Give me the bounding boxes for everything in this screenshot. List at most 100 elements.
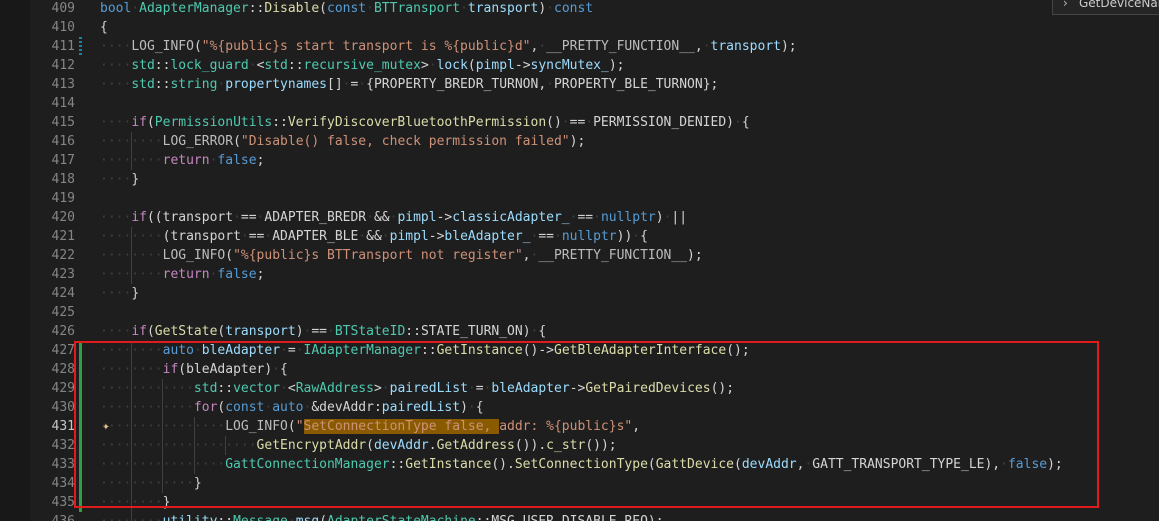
code-line[interactable]: 420 ····if((transport·==·ADAPTER_BREDR·&&… <box>30 208 1159 227</box>
code-line[interactable]: 418 ····} <box>30 170 1159 189</box>
code-text[interactable]: ····················GetEncryptAddr(devAd… <box>100 436 617 455</box>
find-widget-text[interactable]: GetDeviceNam <box>1079 0 1159 10</box>
line-number[interactable]: 417 <box>30 151 75 170</box>
diff-modified-marker[interactable] <box>79 37 82 56</box>
code-line[interactable]: 425 <box>30 303 1159 322</box>
code-line[interactable]: 421 ········(transport·==·ADAPTER_BLE·&&·… <box>30 227 1159 246</box>
code-text[interactable]: ········(transport·==·ADAPTER_BLE·&&·pim… <box>100 227 648 246</box>
code-line[interactable]: 416 ········LOG_ERROR("Disable() false, c… <box>30 132 1159 151</box>
whitespace-dots: ········ <box>100 514 163 521</box>
line-number[interactable]: 419 <box>30 189 75 208</box>
code-line[interactable]: 435 ········} <box>30 493 1159 512</box>
line-number[interactable]: 429 <box>30 379 75 398</box>
line-number[interactable]: 421 <box>30 227 75 246</box>
line-number[interactable]: 430 <box>30 398 75 417</box>
code-line[interactable]: 414 <box>30 94 1159 113</box>
code-line[interactable]: 417 ········return·false; <box>30 151 1159 170</box>
code-text[interactable]: ····} <box>100 284 139 303</box>
code-text[interactable]: ········if(bleAdapter)·{ <box>100 360 288 379</box>
code-text[interactable]: { <box>100 18 108 37</box>
code-text[interactable]: ················GattConnectionManager::G… <box>100 455 1063 474</box>
line-number[interactable]: 431 <box>30 417 75 436</box>
code-editor[interactable]: 409 bool·AdapterManager::Disable(const·BT… <box>0 0 1159 521</box>
code-text[interactable]: ····LOG_INFO("%{public}s start transport… <box>100 37 797 56</box>
line-number[interactable]: 418 <box>30 170 75 189</box>
code-line[interactable]: 431 ✦ ················LOG_INFO("SetConnect… <box>30 417 1159 436</box>
code-token: GetEncryptAddr <box>256 438 367 453</box>
line-number[interactable]: 423 <box>30 265 75 284</box>
line-number[interactable]: 416 <box>30 132 75 151</box>
line-number[interactable]: 411 <box>30 37 75 56</box>
line-number[interactable]: 420 <box>30 208 75 227</box>
whitespace-dot: · <box>248 58 257 73</box>
code-text[interactable]: ····std::lock_guard·<std::recursive_mute… <box>100 56 624 75</box>
code-line[interactable]: 434 ············} <box>30 474 1159 493</box>
code-token: [] <box>327 77 343 92</box>
line-number[interactable]: 409 <box>30 0 75 18</box>
code-text[interactable]: ················LOG_INFO("SetConnectionT… <box>100 417 640 436</box>
code-text[interactable]: ····if(GetState(transport)·==·BTStateID:… <box>100 322 546 341</box>
code-line[interactable]: 424 ····} <box>30 284 1159 303</box>
diff-added-marker[interactable] <box>79 398 82 417</box>
line-number[interactable]: 424 <box>30 284 75 303</box>
diff-added-marker[interactable] <box>79 436 82 455</box>
code-text[interactable]: bool·AdapterManager::Disable(const·BTTra… <box>100 0 593 18</box>
find-widget[interactable]: › GetDeviceNam <box>1052 0 1159 15</box>
line-number[interactable]: 436 <box>30 512 75 521</box>
line-number[interactable]: 422 <box>30 246 75 265</box>
diff-added-marker[interactable] <box>79 474 82 493</box>
line-number[interactable]: 425 <box>30 303 75 322</box>
code-line[interactable]: 412 ····std::lock_guard·<std::recursive_m… <box>30 56 1159 75</box>
code-line[interactable]: 427 ········auto·bleAdapter·=·IAdapterMan… <box>30 341 1159 360</box>
diff-added-marker[interactable] <box>79 341 82 360</box>
code-line[interactable]: 415 ····if(PermissionUtils::VerifyDiscove… <box>30 113 1159 132</box>
line-number[interactable]: 413 <box>30 75 75 94</box>
diff-added-marker[interactable] <box>79 455 82 474</box>
code-text[interactable]: ········return·false; <box>100 265 264 284</box>
code-line[interactable]: 432 ····················GetEncryptAddr(de… <box>30 436 1159 455</box>
line-number[interactable]: 434 <box>30 474 75 493</box>
code-line[interactable]: 411 ····LOG_INFO("%{public}s start transp… <box>30 37 1159 56</box>
code-line[interactable]: 422 ········LOG_INFO("%{public}s BTTransp… <box>30 246 1159 265</box>
code-text[interactable]: ············std::vector·<RawAddress>·pai… <box>100 379 734 398</box>
line-number[interactable]: 415 <box>30 113 75 132</box>
code-text[interactable]: ········} <box>100 493 170 512</box>
code-line[interactable]: 430 ············for(const·auto·&devAddr:p… <box>30 398 1159 417</box>
code-text[interactable]: ············} <box>100 474 202 493</box>
code-text[interactable]: ········auto·bleAdapter·=·IAdapterManage… <box>100 341 750 360</box>
code-line[interactable]: 423 ········return·false; <box>30 265 1159 284</box>
code-line[interactable]: 419 <box>30 189 1159 208</box>
code-text[interactable]: ····if((transport·==·ADAPTER_BREDR·&&·pi… <box>100 208 687 227</box>
code-line[interactable]: 436 ········utility::Message·msg(AdapterS… <box>30 512 1159 521</box>
code-text[interactable]: ········return·false; <box>100 151 264 170</box>
line-number[interactable]: 428 <box>30 360 75 379</box>
line-number[interactable]: 410 <box>30 18 75 37</box>
code-line[interactable]: 426 ····if(GetState(transport)·==·BTState… <box>30 322 1159 341</box>
line-number[interactable]: 433 <box>30 455 75 474</box>
line-number[interactable]: 427 <box>30 341 75 360</box>
diff-added-marker[interactable] <box>79 417 82 436</box>
chevron-right-icon[interactable]: › <box>1063 0 1068 12</box>
code-line[interactable]: 429 ············std::vector·<RawAddress>·… <box>30 379 1159 398</box>
line-number[interactable]: 412 <box>30 56 75 75</box>
code-lines[interactable]: 409 bool·AdapterManager::Disable(const·BT… <box>30 0 1159 521</box>
code-text[interactable]: ····if(PermissionUtils::VerifyDiscoverBl… <box>100 113 750 132</box>
code-line[interactable]: 409 bool·AdapterManager::Disable(const·BT… <box>30 0 1159 18</box>
code-text[interactable]: ····std::string·propertynames[]·=·{PROPE… <box>100 75 718 94</box>
code-text[interactable]: ········LOG_ERROR("Disable() false, chec… <box>100 132 585 151</box>
code-line[interactable]: 410 { <box>30 18 1159 37</box>
line-number[interactable]: 414 <box>30 94 75 113</box>
diff-added-marker[interactable] <box>79 493 82 512</box>
code-text[interactable]: ············for(const·auto·&devAddr:pair… <box>100 398 484 417</box>
code-line[interactable]: 413 ····std::string·propertynames[]·=·{PR… <box>30 75 1159 94</box>
code-text[interactable]: ········LOG_INFO("%{public}s BTTransport… <box>100 246 703 265</box>
line-number[interactable]: 432 <box>30 436 75 455</box>
line-number[interactable]: 435 <box>30 493 75 512</box>
code-line[interactable]: 433 ················GattConnectionManager… <box>30 455 1159 474</box>
code-text[interactable]: ········utility::Message·msg(AdapterStat… <box>100 512 664 521</box>
code-text[interactable]: ····} <box>100 170 139 189</box>
code-line[interactable]: 428 ········if(bleAdapter)·{ <box>30 360 1159 379</box>
diff-added-marker[interactable] <box>79 379 82 398</box>
line-number[interactable]: 426 <box>30 322 75 341</box>
diff-added-marker[interactable] <box>79 360 82 379</box>
